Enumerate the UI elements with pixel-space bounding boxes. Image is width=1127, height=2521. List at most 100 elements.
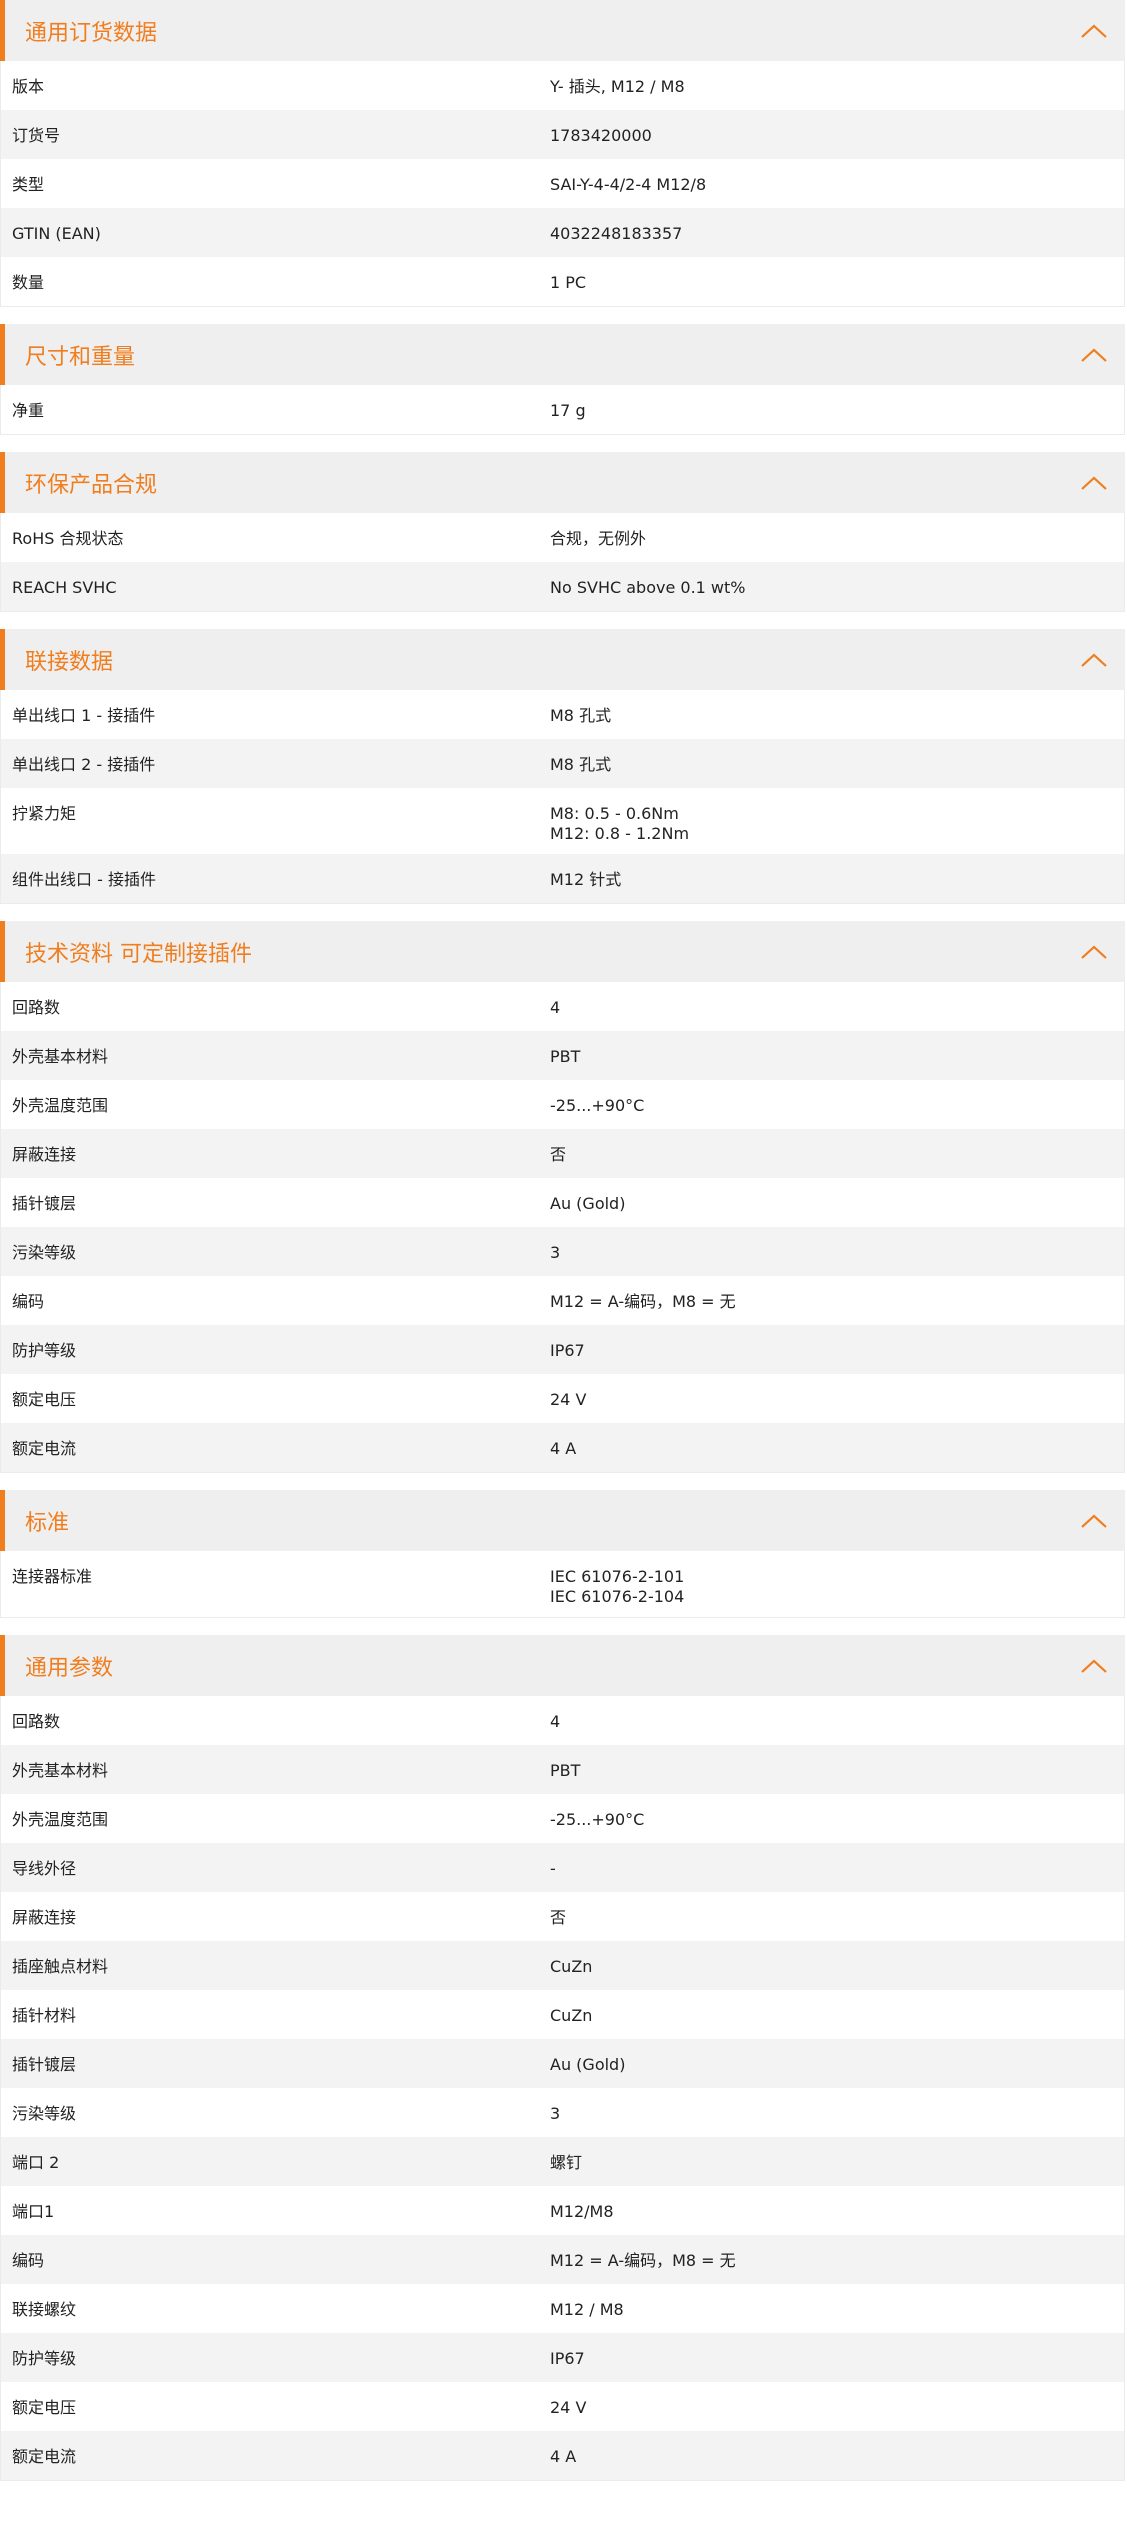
spec-section: 通用参数 回路数 4 外壳基本材料 PBT 外壳温度范围 -25...+90°C 导线外径 - 屏… xyxy=(0,1635,1125,2481)
chevron-up-icon[interactable] xyxy=(1079,474,1109,492)
spec-value: IP67 xyxy=(550,2349,585,2368)
spec-row: 联接螺纹 M12 / M8 xyxy=(1,2284,1124,2333)
spec-table: 净重 17 g xyxy=(0,385,1125,435)
section-title: 标准 xyxy=(25,1510,70,1536)
spec-value: 4032248183357 xyxy=(550,224,683,243)
spec-value: 否 xyxy=(550,1908,567,1927)
spec-row: 屏蔽连接 否 xyxy=(1,1892,1124,1941)
spec-label: 回路数 xyxy=(12,1712,61,1731)
spec-label: 拧紧力矩 xyxy=(12,804,77,823)
chevron-up-icon[interactable] xyxy=(1079,943,1109,961)
chevron-up-icon[interactable] xyxy=(1079,346,1109,364)
spec-label: 版本 xyxy=(12,77,45,96)
spec-value: 17 g xyxy=(550,401,586,420)
spec-section: 环保产品合规 RoHS 合规状态 合规，无例外 REACH SVHC No SVHC a… xyxy=(0,452,1125,612)
spec-section: 标准连接器标准 IEC 61076-2-101 IEC 61076-2-104 xyxy=(0,1490,1125,1618)
spec-value: M12 针式 xyxy=(550,870,622,889)
spec-label: 外壳基本材料 xyxy=(12,1761,109,1780)
spec-value: 4 xyxy=(550,1712,561,1731)
spec-label: 防护等级 xyxy=(12,2349,77,2368)
spec-label: 联接螺纹 xyxy=(12,2300,77,2319)
section-title: 技术资料 可定制接插件 xyxy=(25,941,252,967)
spec-value: 24 V xyxy=(550,2398,587,2417)
spec-label: 单出线口 2 - 接插件 xyxy=(12,755,156,774)
spec-row: 单出线口 1 - 接插件 M8 孔式 xyxy=(1,690,1124,739)
spec-section: 通用订货数据 版本 Y- 插头, M12 / M8 订货号 1783420000 类型 SA… xyxy=(0,0,1125,307)
spec-row: 插针材料 CuZn xyxy=(1,1990,1124,2039)
spec-row: 插针镀层 Au (Gold) xyxy=(1,1178,1124,1227)
section-title: 通用订货数据 xyxy=(25,20,158,46)
spec-label: 外壳温度范围 xyxy=(12,1810,109,1829)
spec-row: 污染等级 3 xyxy=(1,2088,1124,2137)
chevron-up-icon[interactable] xyxy=(1079,651,1109,669)
section-header-toggle[interactable]: 联接数据 xyxy=(0,629,1125,690)
spec-table: RoHS 合规状态 合规，无例外 REACH SVHC No SVHC above 0… xyxy=(0,513,1125,612)
chevron-up-icon-glyph xyxy=(1081,653,1107,667)
spec-row: 连接器标准 IEC 61076-2-101 IEC 61076-2-104 xyxy=(1,1551,1124,1617)
spec-value: IP67 xyxy=(550,1341,585,1360)
spec-value: SAI-Y-4-4/2-4 M12/8 xyxy=(550,175,707,194)
chevron-up-icon-glyph xyxy=(1081,945,1107,959)
spec-label: 导线外径 xyxy=(12,1859,77,1878)
spec-value: Y- 插头, M12 / M8 xyxy=(550,77,685,96)
spec-value: CuZn xyxy=(550,1957,593,1976)
spec-row: 端口 2 螺钉 xyxy=(1,2137,1124,2186)
spec-row: 额定电流 4 A xyxy=(1,1423,1124,1472)
chevron-up-icon[interactable] xyxy=(1079,1512,1109,1530)
section-header-toggle[interactable]: 技术资料 可定制接插件 xyxy=(0,921,1125,982)
spec-label: 数量 xyxy=(12,273,45,292)
section-title: 联接数据 xyxy=(25,649,114,675)
spec-value: 3 xyxy=(550,1243,561,1262)
section-header-toggle[interactable]: 环保产品合规 xyxy=(0,452,1125,513)
spec-label: 回路数 xyxy=(12,998,61,1017)
spec-value: M12 = A-编码，M8 = 无 xyxy=(550,1292,736,1311)
spec-label: 插针镀层 xyxy=(12,1194,77,1213)
spec-label: 额定电压 xyxy=(12,2398,77,2417)
spec-section: 尺寸和重量净重 17 g xyxy=(0,324,1125,435)
section-header-toggle[interactable]: 通用参数 xyxy=(0,1635,1125,1696)
spec-label: 端口1 xyxy=(12,2202,55,2221)
section-header-toggle[interactable]: 标准 xyxy=(0,1490,1125,1551)
section-header-toggle[interactable]: 通用订货数据 xyxy=(0,0,1125,61)
spec-row: 净重 17 g xyxy=(1,385,1124,434)
chevron-up-icon-glyph xyxy=(1081,24,1107,38)
spec-value: M12/M8 xyxy=(550,2202,614,2221)
spec-label: 订货号 xyxy=(12,126,61,145)
spec-value: 4 A xyxy=(550,2447,577,2466)
chevron-up-icon-glyph xyxy=(1081,1514,1107,1528)
spec-value: 否 xyxy=(550,1145,567,1164)
spec-row: 回路数 4 xyxy=(1,982,1124,1031)
spec-label: 外壳温度范围 xyxy=(12,1096,109,1115)
chevron-up-icon[interactable] xyxy=(1079,22,1109,40)
spec-label: 组件出线口 - 接插件 xyxy=(12,870,156,889)
spec-row: 编码 M12 = A-编码，M8 = 无 xyxy=(1,1276,1124,1325)
chevron-up-icon-glyph xyxy=(1081,476,1107,490)
spec-label: 单出线口 1 - 接插件 xyxy=(12,706,156,725)
spec-value: -25...+90°C xyxy=(550,1096,645,1115)
spec-row: 类型 SAI-Y-4-4/2-4 M12/8 xyxy=(1,159,1124,208)
spec-row: 组件出线口 - 接插件 M12 针式 xyxy=(1,854,1124,903)
spec-value: M12 / M8 xyxy=(550,2300,624,2319)
spec-row: 端口1 M12/M8 xyxy=(1,2186,1124,2235)
chevron-up-icon[interactable] xyxy=(1079,1657,1109,1675)
spec-label: RoHS 合规状态 xyxy=(12,529,124,548)
chevron-up-icon-glyph xyxy=(1081,348,1107,362)
spec-value: PBT xyxy=(550,1761,581,1780)
product-spec-page: 通用订货数据 版本 Y- 插头, M12 / M8 订货号 1783420000 类型 SA… xyxy=(0,0,1127,2521)
section-header-toggle[interactable]: 尺寸和重量 xyxy=(0,324,1125,385)
spec-value: M8 孔式 xyxy=(550,706,612,725)
spec-row: 防护等级 IP67 xyxy=(1,1325,1124,1374)
spec-label: 防护等级 xyxy=(12,1341,77,1360)
spec-label: 净重 xyxy=(12,401,45,420)
spec-value: PBT xyxy=(550,1047,581,1066)
spec-label: 外壳基本材料 xyxy=(12,1047,109,1066)
spec-row: 额定电流 4 A xyxy=(1,2431,1124,2480)
spec-row: 拧紧力矩 M8: 0.5 - 0.6Nm M12: 0.8 - 1.2Nm xyxy=(1,788,1124,854)
spec-label: 污染等级 xyxy=(12,1243,77,1262)
spec-label: 插座触点材料 xyxy=(12,1957,109,1976)
spec-row: 外壳基本材料 PBT xyxy=(1,1745,1124,1794)
